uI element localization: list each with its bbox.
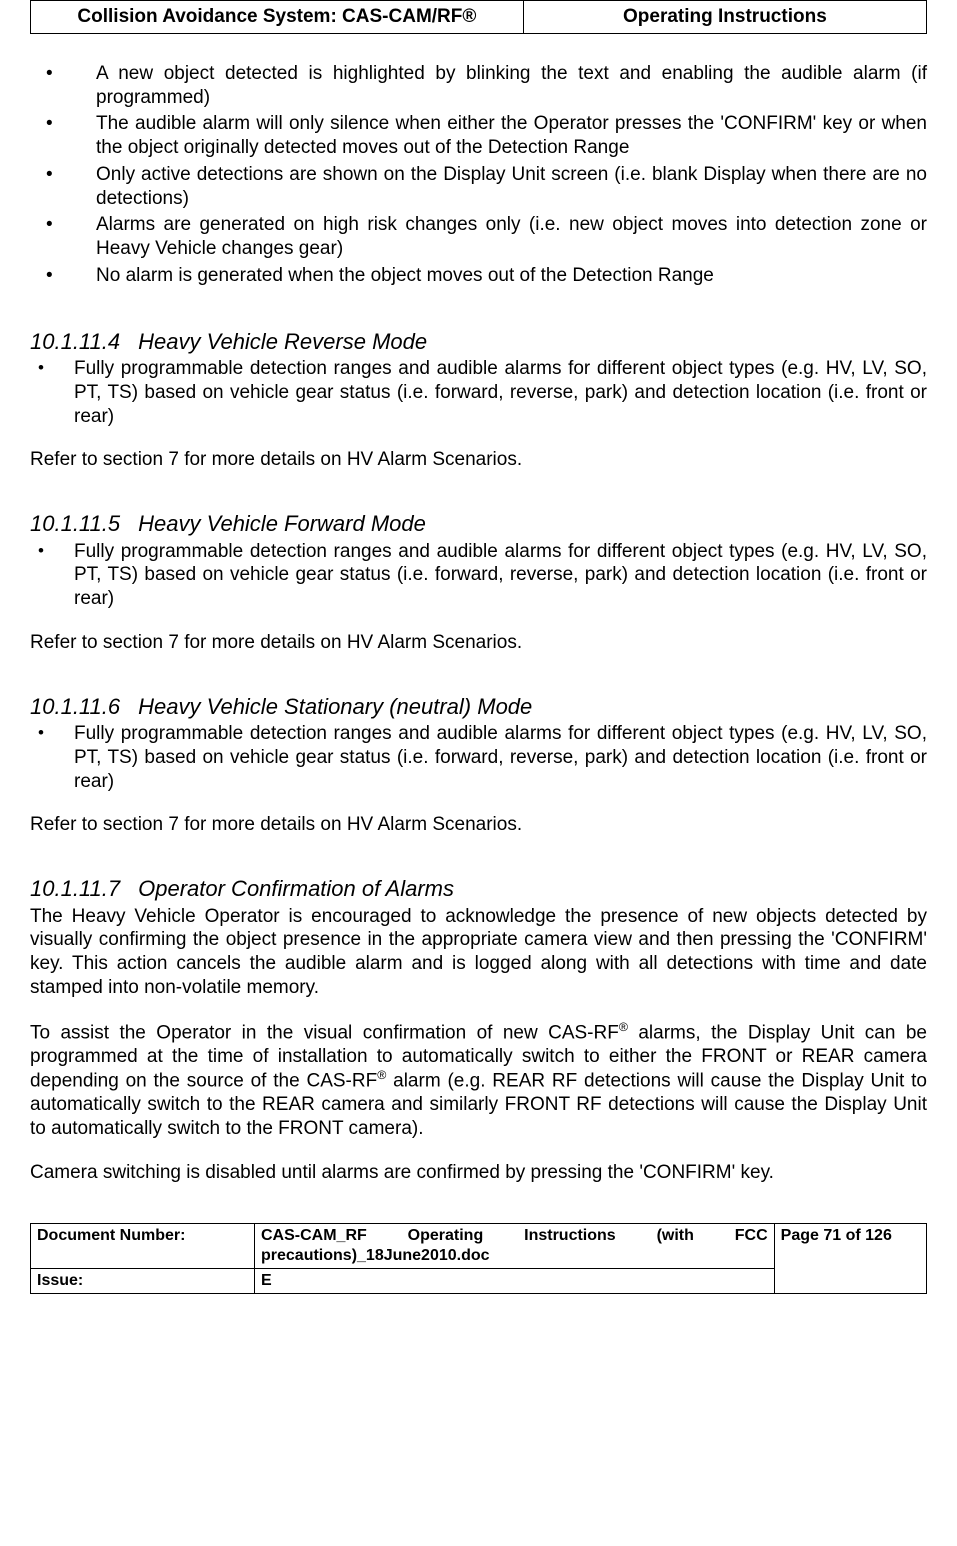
registered-mark: ® [377, 1068, 386, 1082]
list-item: Fully programmable detection ranges and … [30, 722, 927, 793]
section-title: Heavy Vehicle Reverse Mode [138, 329, 427, 354]
list-item: Only active detections are shown on the … [30, 163, 927, 211]
section-number: 10.1.11.7 [30, 875, 120, 903]
section-bullet-list: Fully programmable detection ranges and … [30, 540, 927, 611]
section-number: 10.1.11.4 [30, 328, 120, 356]
paragraph: Camera switching is disabled until alarm… [30, 1161, 927, 1185]
page-number: Page 71 of 126 [774, 1223, 926, 1293]
intro-bullet-list: A new object detected is highlighted by … [30, 62, 927, 288]
section-stationary-mode: 10.1.11.6 Heavy Vehicle Stationary (neutr… [30, 693, 927, 838]
paragraph: The Heavy Vehicle Operator is encouraged… [30, 905, 927, 1000]
doc-number-label: Document Number: [31, 1223, 255, 1268]
section-title: Operator Confirmation of Alarms [138, 876, 454, 901]
list-item: Fully programmable detection ranges and … [30, 357, 927, 428]
section-forward-mode: 10.1.11.5 Heavy Vehicle Forward Mode Full… [30, 510, 927, 655]
refer-text: Refer to section 7 for more details on H… [30, 813, 927, 837]
doc-header-table: Collision Avoidance System: CAS-CAM/RF® … [30, 0, 927, 34]
refer-text: Refer to section 7 for more details on H… [30, 448, 927, 472]
section-heading: 10.1.11.4 Heavy Vehicle Reverse Mode [30, 328, 927, 356]
section-heading: 10.1.11.7 Operator Confirmation of Alarms [30, 875, 927, 903]
section-number: 10.1.11.6 [30, 693, 120, 721]
section-reverse-mode: 10.1.11.4 Heavy Vehicle Reverse Mode Full… [30, 328, 927, 473]
list-item: Alarms are generated on high risk change… [30, 213, 927, 261]
section-heading: 10.1.11.5 Heavy Vehicle Forward Mode [30, 510, 927, 538]
section-operator-confirmation: 10.1.11.7 Operator Confirmation of Alarms… [30, 875, 927, 1185]
header-right: Operating Instructions [523, 1, 926, 34]
section-title: Heavy Vehicle Stationary (neutral) Mode [138, 694, 532, 719]
list-item: No alarm is generated when the object mo… [30, 264, 927, 288]
doc-footer-table: Document Number: CAS-CAM_RF Operating In… [30, 1223, 927, 1294]
registered-mark: ® [619, 1020, 628, 1034]
issue-label: Issue: [31, 1268, 255, 1293]
list-item: The audible alarm will only silence when… [30, 112, 927, 160]
list-item: A new object detected is highlighted by … [30, 62, 927, 110]
issue-value: E [255, 1268, 775, 1293]
header-left: Collision Avoidance System: CAS-CAM/RF® [31, 1, 524, 34]
section-bullet-list: Fully programmable detection ranges and … [30, 722, 927, 793]
section-title: Heavy Vehicle Forward Mode [138, 511, 426, 536]
section-number: 10.1.11.5 [30, 510, 120, 538]
paragraph: To assist the Operator in the visual con… [30, 1020, 927, 1141]
refer-text: Refer to section 7 for more details on H… [30, 631, 927, 655]
section-bullet-list: Fully programmable detection ranges and … [30, 357, 927, 428]
list-item: Fully programmable detection ranges and … [30, 540, 927, 611]
doc-number-value: CAS-CAM_RF Operating Instructions (with … [255, 1223, 775, 1268]
section-heading: 10.1.11.6 Heavy Vehicle Stationary (neutr… [30, 693, 927, 721]
